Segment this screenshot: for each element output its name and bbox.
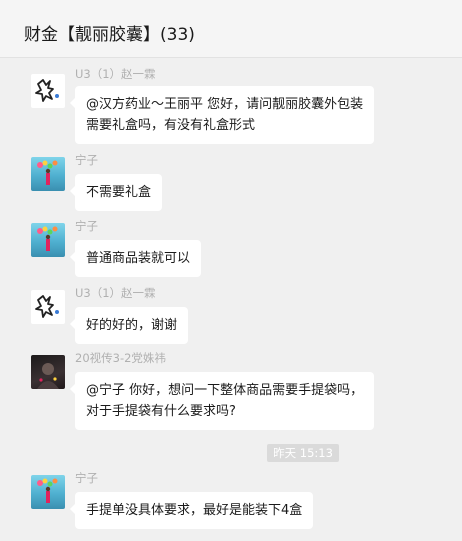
message-line: 需要礼盒吗，有没有礼盒形式 (86, 118, 256, 133)
message-line: @宁子 你好，想问一下整体商品需要手提袋吗， (86, 383, 364, 398)
message-bubble[interactable]: @宁子 你好，想问一下整体商品需要手提袋吗， 对于手提袋有什么要求吗? (69, 372, 375, 430)
sender-name: U3（1）赵一霖 (75, 286, 156, 300)
message-line: 普通商品装就可以 (86, 251, 191, 266)
sender-name: 20视传3-2党姝祎 (75, 351, 166, 365)
message-bubble[interactable]: 普通商品装就可以 (69, 240, 202, 277)
doodle-logo-avatar[interactable] (31, 74, 65, 108)
chat-title: 财金【靓丽胶囊】(33) (24, 25, 195, 45)
timestamp-badge: 昨天 15:13 (267, 444, 339, 462)
doodle-logo-avatar[interactable] (31, 290, 65, 324)
sender-name: 宁子 (75, 153, 98, 167)
message-bubble[interactable]: @汉方药业～王丽平 您好，请问靓丽胶囊外包装 需要礼盒吗，有没有礼盒形式 (69, 86, 375, 144)
photo-avatar[interactable] (31, 157, 65, 191)
photo-avatar[interactable] (31, 223, 65, 257)
message-bubble[interactable]: 手提单没具体要求，最好是能装下4盒 (69, 492, 314, 529)
chat-header: 财金【靓丽胶囊】(33) (0, 0, 462, 58)
dark-photo-avatar[interactable] (31, 355, 65, 389)
sender-name: U3（1）赵一霖 (75, 67, 156, 81)
message-line: @汉方药业～王丽平 您好，请问靓丽胶囊外包装 (86, 97, 364, 112)
sender-name: 宁子 (75, 219, 98, 233)
message-line: 对于手提袋有什么要求吗? (86, 404, 236, 419)
message-line: 好的好的，谢谢 (86, 318, 178, 333)
message-bubble[interactable]: 好的好的，谢谢 (69, 307, 189, 344)
sender-name: 宁子 (75, 471, 98, 485)
photo-avatar[interactable] (31, 475, 65, 509)
message-bubble[interactable]: 不需要礼盒 (69, 174, 163, 211)
message-line: 手提单没具体要求，最好是能装下4盒 (86, 503, 303, 518)
message-line: 不需要礼盒 (86, 185, 152, 200)
